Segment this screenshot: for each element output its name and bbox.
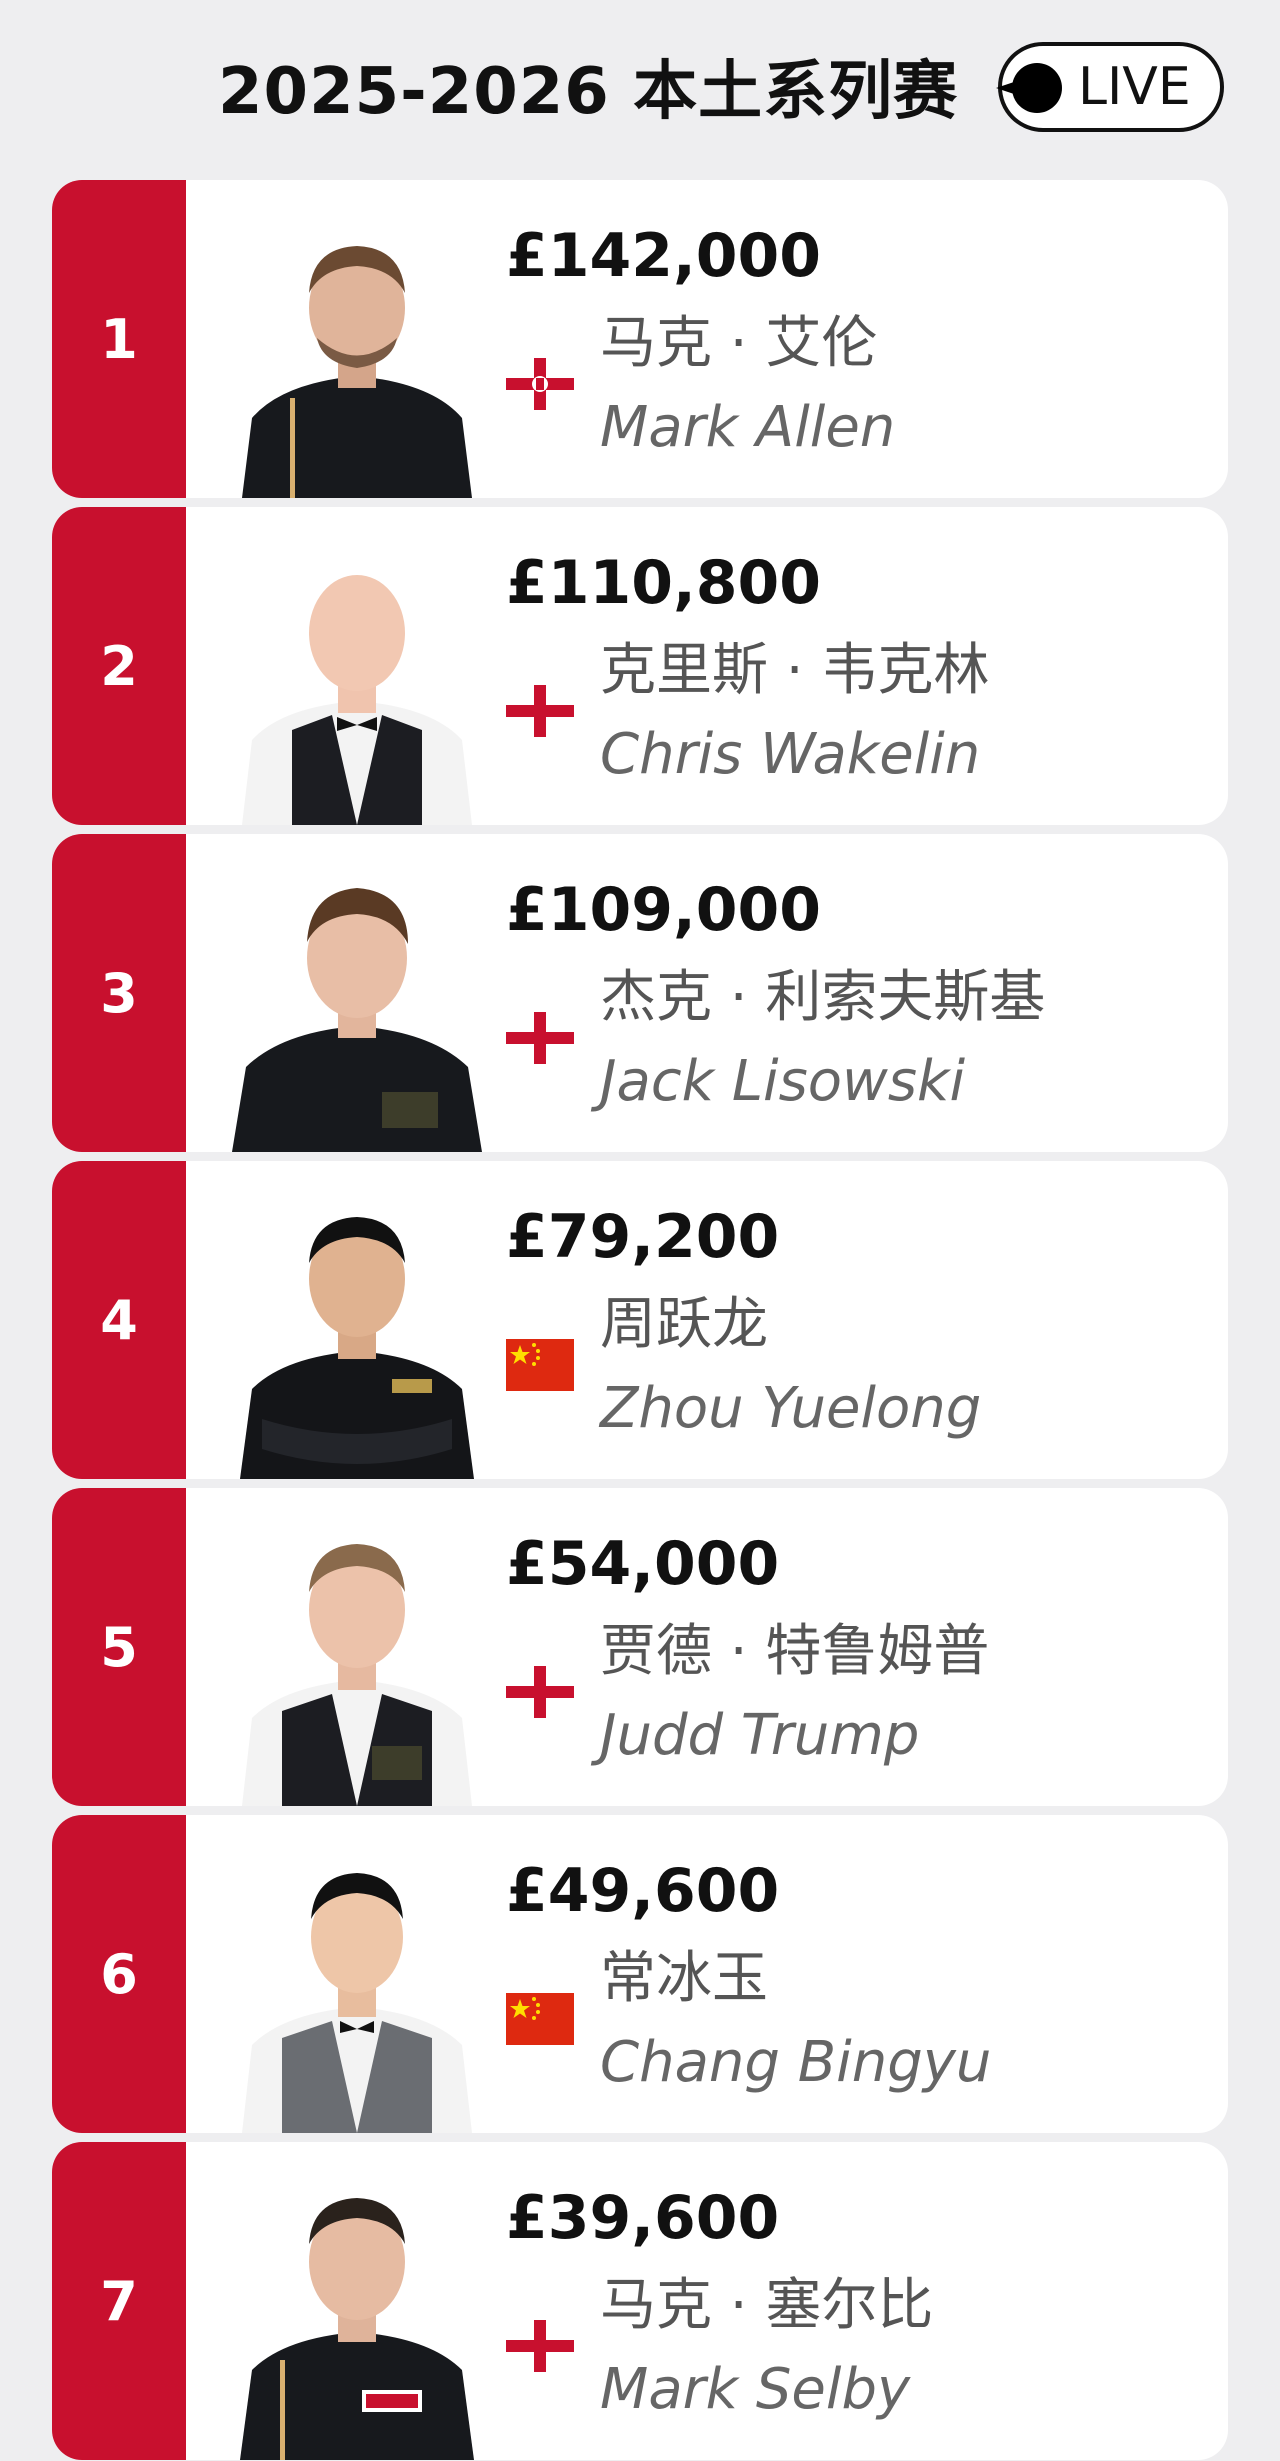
prize-amount: £39,600 xyxy=(506,2183,780,2253)
player-photo xyxy=(240,2198,474,2460)
prize-amount: £110,800 xyxy=(506,548,822,618)
rank-number: 4 xyxy=(52,1161,186,1479)
rank-number: 3 xyxy=(52,834,186,1152)
rank-number: 7 xyxy=(52,2142,186,2460)
england-flag-icon xyxy=(506,1012,574,1064)
live-label: LIVE xyxy=(1078,57,1191,117)
page-header: 2025-2026 本土系列赛 LIVE xyxy=(0,0,1280,180)
ranking-row-1[interactable]: 1 £142,000 马克 · 艾伦 Mark Allen xyxy=(52,180,1228,498)
rank-number: 1 xyxy=(52,180,186,498)
player-name-en: Mark Allen xyxy=(600,395,896,460)
player-name-en: Mark Selby xyxy=(600,2357,911,2422)
live-dot-icon xyxy=(996,63,1062,113)
rank-number: 6 xyxy=(52,1815,186,2133)
prize-amount: £49,600 xyxy=(506,1856,780,1926)
player-name-en: Jack Lisowski xyxy=(600,1049,966,1114)
player-name-en: Chris Wakelin xyxy=(600,722,981,787)
prize-amount: £142,000 xyxy=(506,221,822,291)
ranking-row-7[interactable]: 7 £39,600 马克 · 塞尔比 Mark Selby xyxy=(52,2142,1228,2460)
player-name-cn: 常冰玉 xyxy=(600,1946,768,2011)
player-name-cn: 马克 · 艾伦 xyxy=(600,311,878,376)
rank-number: 2 xyxy=(52,507,186,825)
prize-amount: £109,000 xyxy=(506,875,822,945)
player-photo xyxy=(242,246,472,498)
ranking-row-2[interactable]: 2 £110,800 克里斯 · 韦克林 Chris Wakelin xyxy=(52,507,1228,825)
ranking-row-3[interactable]: 3 £109,000 杰克 · 利索夫斯基 Jack Lisowski xyxy=(52,834,1228,1152)
ranking-row-4[interactable]: 4 £79,200 周跃龙 Zhou Yuelong xyxy=(52,1161,1228,1479)
player-photo xyxy=(242,1873,472,2133)
northern-ireland-flag-icon xyxy=(506,358,574,410)
china-flag-icon xyxy=(506,1339,574,1391)
prize-amount: £54,000 xyxy=(506,1529,780,1599)
player-name-cn: 贾德 · 特鲁姆普 xyxy=(600,1619,990,1684)
prize-amount: £79,200 xyxy=(506,1202,780,1272)
player-name-en: Zhou Yuelong xyxy=(600,1376,982,1441)
player-photo xyxy=(232,888,482,1152)
ranking-row-5[interactable]: 5 £54,000 贾德 · 特鲁姆普 Judd Trump xyxy=(52,1488,1228,1806)
player-name-cn: 杰克 · 利索夫斯基 xyxy=(600,965,1046,1030)
england-flag-icon xyxy=(506,1666,574,1718)
england-flag-icon xyxy=(506,685,574,737)
england-flag-icon xyxy=(506,2320,574,2372)
page-title: 2025-2026 本土系列赛 xyxy=(218,55,959,129)
player-photo xyxy=(242,575,472,825)
player-name-en: Judd Trump xyxy=(600,1703,920,1768)
live-badge[interactable]: LIVE xyxy=(996,42,1224,132)
player-photo xyxy=(242,1544,472,1806)
player-name-cn: 周跃龙 xyxy=(600,1292,768,1357)
player-name-en: Chang Bingyu xyxy=(600,2030,992,2095)
rank-number: 5 xyxy=(52,1488,186,1806)
player-name-cn: 克里斯 · 韦克林 xyxy=(600,638,990,703)
player-name-cn: 马克 · 塞尔比 xyxy=(600,2273,934,2338)
ranking-row-6[interactable]: 6 £49,600 常冰玉 Chang Bingyu xyxy=(52,1815,1228,2133)
player-photo xyxy=(240,1217,474,1479)
china-flag-icon xyxy=(506,1993,574,2045)
